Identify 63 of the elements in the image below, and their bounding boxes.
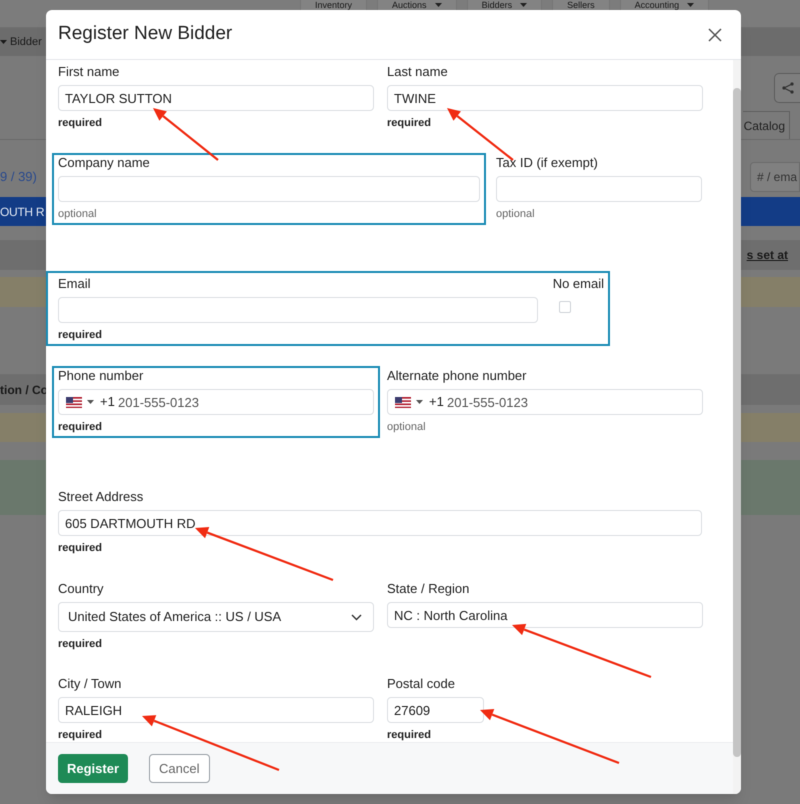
helper-text: required (387, 728, 432, 742)
close-icon (708, 28, 722, 42)
cancel-button[interactable]: Cancel (149, 754, 210, 783)
caret-icon (434, 3, 442, 7)
text-input[interactable]: RALEIGH (58, 697, 374, 723)
nav-button[interactable]: Auctions (377, 0, 457, 10)
nav-button[interactable]: Inventory (300, 0, 368, 10)
share-icon (782, 82, 794, 94)
register-button[interactable]: Register (58, 754, 128, 783)
country-select[interactable]: United States of America :: US / USA (58, 602, 374, 632)
flag-icon (66, 396, 82, 408)
share-button[interactable] (774, 73, 800, 103)
text-input[interactable]: TAYLOR SUTTON (58, 85, 374, 111)
field-label: Alternate phone number (387, 368, 528, 384)
helper-text: required (58, 116, 104, 130)
text-input[interactable]: 27609 (387, 697, 484, 723)
text-input[interactable]: TWINE (387, 85, 703, 111)
chevron-down-icon (351, 614, 362, 620)
text-input[interactable]: NC : North Carolina (387, 602, 703, 628)
flag-icon (395, 396, 411, 408)
helper-text: required (387, 116, 432, 130)
helper-text: required (58, 541, 104, 555)
helper-text: optional (387, 420, 427, 434)
field-label: Last name (387, 64, 449, 80)
text-input[interactable] (58, 297, 538, 323)
field-label: Country (58, 581, 105, 597)
catalog-tab[interactable]: Catalog (742, 111, 790, 139)
dial-code: +1 (429, 393, 444, 412)
annotation-arrow (153, 108, 219, 161)
field-label: Email (58, 276, 92, 292)
nav-button[interactable]: Sellers (552, 0, 610, 10)
helper-text: required (58, 328, 104, 342)
caret-icon (416, 400, 423, 404)
caret-icon (0, 40, 7, 44)
text-input[interactable] (58, 176, 480, 202)
field-label: Phone number (58, 368, 144, 384)
helper-text: required (58, 637, 104, 651)
checkbox-label: No email (552, 276, 604, 292)
helper-text: required (58, 728, 104, 742)
field-label: State / Region (387, 581, 470, 597)
field-label: City / Town (58, 676, 122, 692)
nav-button[interactable]: Accounting (620, 0, 710, 10)
field-label: First name (58, 64, 120, 80)
dial-code: +1 (100, 393, 115, 412)
dialog-title: Register New Bidder (58, 22, 232, 46)
caret-icon (87, 400, 94, 404)
field-label: Tax ID (if exempt) (496, 155, 599, 171)
helper-text: optional (58, 207, 98, 221)
field-label: Postal code (387, 676, 456, 692)
text-input[interactable] (496, 176, 702, 202)
breadcrumb-link[interactable]: Bidder (10, 34, 42, 50)
caret-icon (687, 3, 694, 7)
helper-text: optional (496, 207, 536, 221)
scrollbar-thumb[interactable] (733, 88, 741, 757)
caret-icon (520, 3, 528, 7)
text-input[interactable]: 605 DARTMOUTH RD (58, 510, 702, 536)
search-field[interactable]: # / ema (750, 162, 800, 192)
field-label: Street Address (58, 489, 144, 505)
column-link[interactable]: s set at (746, 246, 788, 264)
checkbox[interactable] (558, 301, 571, 313)
nav-button[interactable]: Bidders (466, 0, 542, 10)
field-label: Company name (58, 155, 151, 171)
helper-text: required (58, 420, 104, 434)
